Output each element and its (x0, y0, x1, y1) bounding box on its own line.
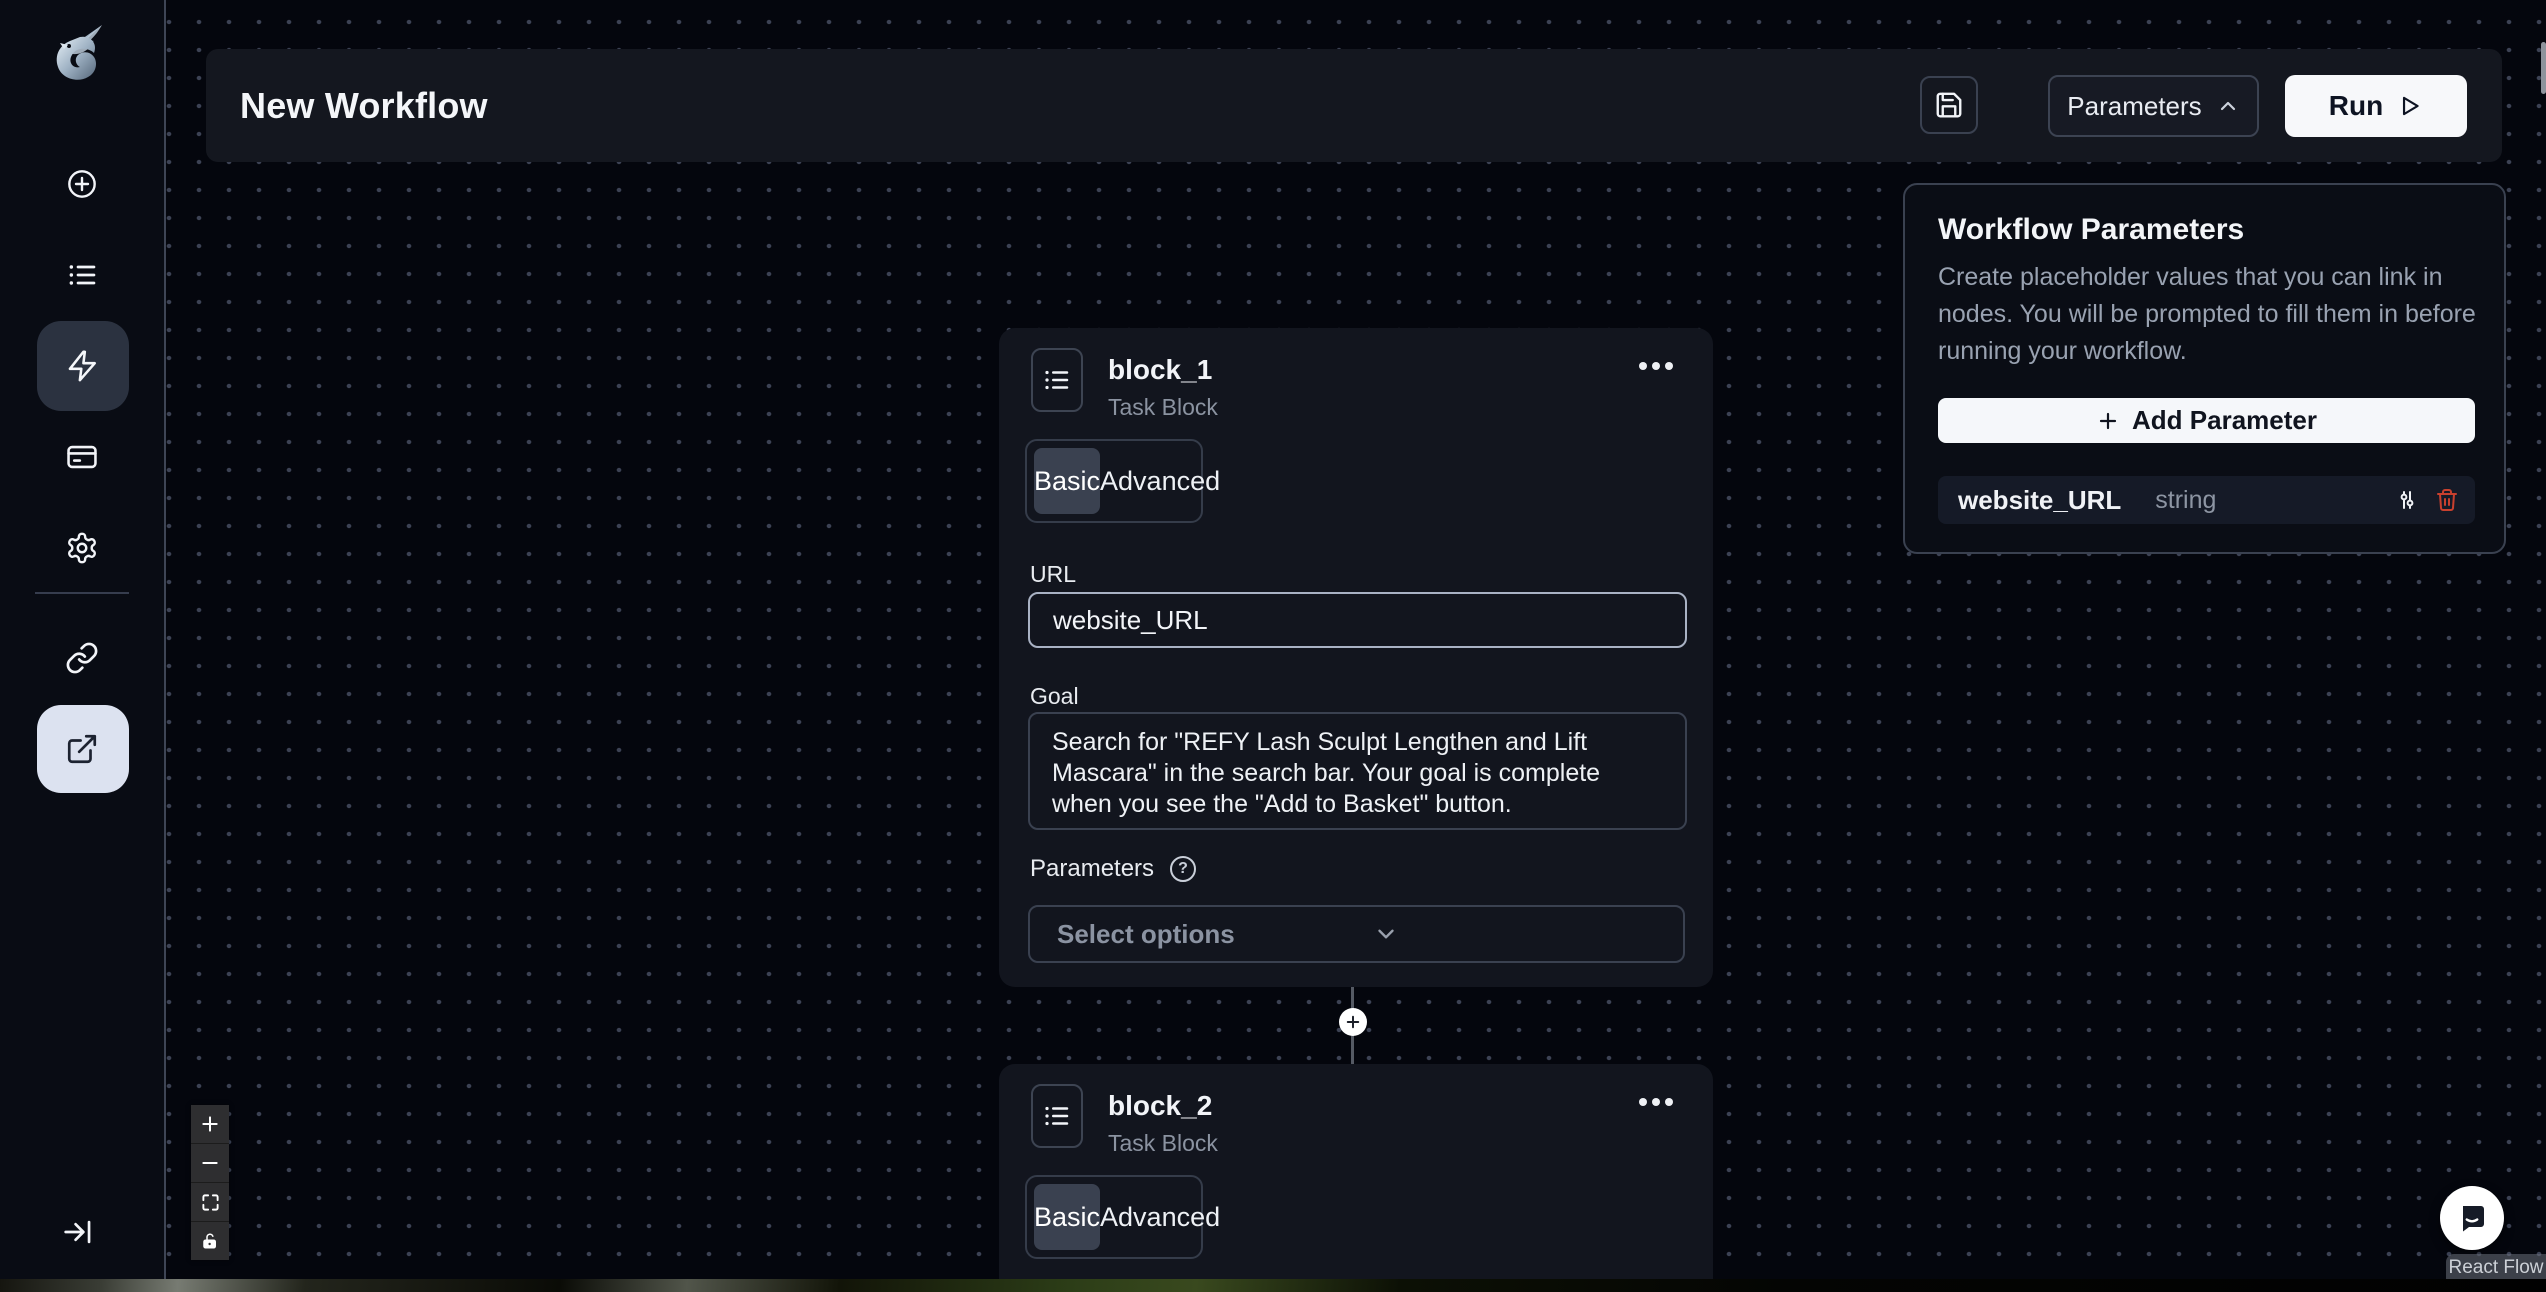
sidebar (0, 0, 166, 1279)
plus-icon (200, 1114, 220, 1134)
minus-icon (200, 1153, 220, 1173)
external-link-icon[interactable] (65, 732, 99, 766)
dragon-logo-icon (42, 19, 122, 91)
unlock-icon (201, 1232, 219, 1250)
app-window: New Workflow Parameters Run (0, 0, 2546, 1292)
edit-parameter-sliders-icon[interactable] (2395, 488, 2419, 512)
parameters-select-placeholder: Select options (1057, 919, 1346, 950)
canvas-controls (191, 1105, 229, 1260)
attribution-label: React Flow (2448, 1257, 2543, 1279)
collapse-sidebar-icon[interactable] (60, 1215, 94, 1249)
panel-title: Workflow Parameters (1938, 213, 2244, 247)
parameters-select[interactable]: Select options (1028, 905, 1685, 963)
tab-advanced[interactable]: Advanced (1100, 1202, 1220, 1233)
parameter-type: string (2155, 486, 2395, 515)
block-menu-ellipsis-icon[interactable] (1639, 1098, 1673, 1106)
run-button[interactable]: Run (2285, 75, 2467, 137)
add-parameter-button[interactable]: Add Parameter (1938, 398, 2475, 443)
block-title: block_2 (1108, 1090, 1212, 1122)
plus-icon (1344, 1013, 1362, 1031)
tab-basic[interactable]: Basic (1034, 448, 1100, 514)
fit-view-button[interactable] (191, 1183, 229, 1221)
url-label: URL (1030, 561, 1076, 588)
block-parameters-label-row: Parameters ? (1030, 855, 1196, 883)
billing-card-icon[interactable] (65, 440, 99, 474)
react-flow-attribution[interactable]: React Flow (2446, 1254, 2546, 1282)
list-icon (1042, 1101, 1072, 1131)
link-icon[interactable] (65, 641, 99, 675)
runs-list-icon[interactable] (66, 259, 98, 291)
goal-textarea[interactable]: Search for "REFY Lash Sculpt Lengthen an… (1028, 712, 1687, 830)
block-mode-tabs: Basic Advanced (1025, 1175, 1203, 1259)
block-menu-ellipsis-icon[interactable] (1639, 362, 1673, 370)
task-block-card-1[interactable]: block_1 Task Block Basic Advanced URL Go… (999, 328, 1713, 987)
zoom-in-button[interactable] (191, 1105, 229, 1143)
create-new-icon[interactable] (66, 168, 98, 200)
save-icon (1934, 90, 1964, 120)
chevron-up-icon (2216, 94, 2240, 118)
panel-description: Create placeholder values that you can l… (1938, 259, 2478, 370)
parameters-toggle-button[interactable]: Parameters (2048, 75, 2259, 137)
task-block-card-2[interactable]: block_2 Task Block Basic Advanced (999, 1064, 1713, 1292)
chat-widget-button[interactable] (2440, 1186, 2504, 1250)
list-icon (1042, 365, 1072, 395)
settings-gear-icon[interactable] (65, 531, 99, 565)
block-parameters-label: Parameters (1030, 855, 1154, 883)
block-type-label: Task Block (1108, 394, 1218, 421)
page-title: New Workflow (240, 85, 488, 127)
save-button[interactable] (1920, 76, 1978, 134)
block-title: block_1 (1108, 354, 1212, 386)
scrollbar-thumb[interactable] (2541, 42, 2546, 94)
block-type-icon-box (1031, 1084, 1083, 1148)
workflow-parameters-panel: Workflow Parameters Create placeholder v… (1903, 183, 2506, 554)
add-parameter-label: Add Parameter (2132, 405, 2317, 436)
parameter-name: website_URL (1958, 485, 2121, 516)
block-type-icon-box (1031, 348, 1083, 412)
lightning-icon[interactable] (65, 349, 99, 383)
chat-bubble-icon (2454, 1200, 2490, 1236)
delete-parameter-trash-icon[interactable] (2435, 488, 2459, 512)
parameter-row[interactable]: website_URL string (1938, 476, 2475, 524)
plus-icon (2096, 409, 2120, 433)
tab-basic[interactable]: Basic (1034, 1184, 1100, 1250)
run-button-label: Run (2329, 90, 2383, 122)
fit-view-icon (201, 1193, 220, 1212)
zoom-out-button[interactable] (191, 1144, 229, 1182)
block-mode-tabs: Basic Advanced (1025, 439, 1203, 523)
add-block-button[interactable] (1339, 1008, 1367, 1036)
chevron-down-icon (1373, 921, 1662, 947)
desktop-wallpaper-strip (0, 1279, 2546, 1292)
sidebar-divider (35, 592, 129, 594)
help-icon[interactable]: ? (1170, 856, 1196, 882)
url-input[interactable] (1028, 592, 1687, 648)
lock-toggle-button[interactable] (191, 1222, 229, 1260)
parameters-button-label: Parameters (2067, 91, 2201, 122)
play-icon (2397, 93, 2423, 119)
goal-label: Goal (1030, 683, 1079, 710)
tab-advanced[interactable]: Advanced (1100, 466, 1220, 497)
header-bar: New Workflow Parameters Run (206, 49, 2502, 162)
block-type-label: Task Block (1108, 1130, 1218, 1157)
